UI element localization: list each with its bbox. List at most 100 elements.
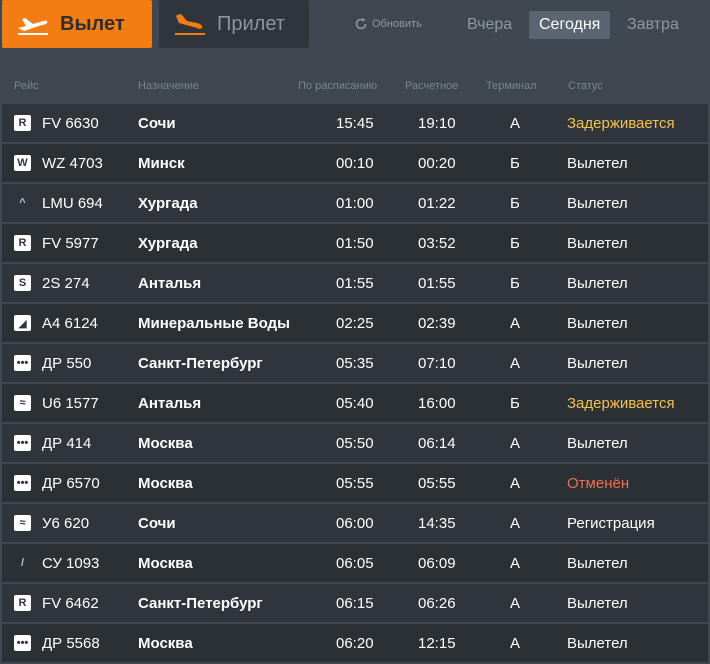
terminal: А [510, 475, 521, 492]
destination: Санкт-Петербург [138, 355, 263, 372]
flight-number: U6 1577 [42, 395, 99, 412]
tab-departures-label: Вылет [60, 12, 125, 35]
col-terminal: Терминал [486, 80, 537, 92]
scheduled-time: 15:45 [336, 115, 374, 132]
destination: Москва [138, 435, 193, 452]
destination: Анталья [138, 395, 202, 412]
day-today[interactable]: Сегодня [529, 11, 611, 39]
plane-takeoff-icon [18, 18, 48, 35]
terminal: А [510, 315, 521, 332]
estimated-time: 01:55 [418, 275, 456, 292]
destination: Москва [138, 475, 193, 492]
estimated-time: 14:35 [418, 515, 456, 532]
destination: Хургада [138, 235, 198, 252]
airline-logo-icon: R [14, 115, 31, 131]
status-badge: Задерживается [567, 115, 675, 132]
airline-logo-icon: ≈ [14, 395, 31, 411]
destination: Минеральные Воды [138, 315, 290, 332]
terminal: Б [510, 235, 520, 252]
scheduled-time: 05:50 [336, 435, 374, 452]
airline-logo-icon: ••• [14, 355, 31, 371]
refresh-button[interactable]: Обновить [354, 17, 422, 31]
terminal: Б [510, 395, 520, 412]
status-badge: Вылетел [567, 435, 628, 452]
destination: Минск [138, 155, 185, 172]
table-row[interactable]: ••• ДР 6570 Москва 05:55 05:55 А Отменён [2, 464, 708, 502]
table-row[interactable]: ≈ У6 620 Сочи 06:00 14:35 А Регистрация [2, 504, 708, 542]
flight-number: У6 620 [42, 515, 90, 532]
scheduled-time: 06:05 [336, 555, 374, 572]
table-row[interactable]: ••• ДР 550 Санкт-Петербург 05:35 07:10 А Вылет… [2, 344, 708, 382]
estimated-time: 06:09 [418, 555, 456, 572]
flight-number: СУ 1093 [42, 555, 100, 572]
status-badge: Вылетел [567, 315, 628, 332]
estimated-time: 06:14 [418, 435, 456, 452]
scheduled-time: 05:55 [336, 475, 374, 492]
table-row[interactable]: ••• ДР 414 Москва 05:50 06:14 А Вылетел [2, 424, 708, 462]
terminal: Б [510, 275, 520, 292]
estimated-time: 03:52 [418, 235, 456, 252]
terminal: А [510, 595, 521, 612]
flight-number: ДР 6570 [42, 475, 100, 492]
terminal: Б [510, 155, 520, 172]
terminal: А [510, 515, 521, 532]
destination: Москва [138, 555, 193, 572]
terminal: А [510, 355, 521, 372]
flight-number: ДР 414 [42, 435, 92, 452]
table-row[interactable]: S 2S 274 Анталья 01:55 01:55 Б Вылетел [2, 264, 708, 302]
destination: Санкт-Петербург [138, 595, 263, 612]
plane-landing-icon [175, 14, 205, 35]
table-row[interactable]: ^ LMU 694 Хургада 01:00 01:22 Б Вылетел [2, 184, 708, 222]
airline-logo-icon: ••• [14, 475, 31, 491]
estimated-time: 00:20 [418, 155, 456, 172]
scheduled-time: 06:00 [336, 515, 374, 532]
scheduled-time: 05:35 [336, 355, 374, 372]
airline-logo-icon: R [14, 235, 31, 251]
terminal: Б [510, 195, 520, 212]
tab-arrivals[interactable]: Прилет [159, 0, 309, 48]
airline-logo-icon: ••• [14, 435, 31, 451]
terminal: А [510, 115, 521, 132]
status-badge: Вылетел [567, 235, 628, 252]
refresh-label: Обновить [372, 18, 422, 30]
status-badge: Задерживается [567, 395, 675, 412]
tab-arrivals-label: Прилет [217, 12, 285, 35]
flight-number: 2S 274 [42, 275, 90, 292]
scheduled-time: 01:00 [336, 195, 374, 212]
col-flight: Рейс [14, 80, 39, 92]
destination: Хургада [138, 195, 198, 212]
day-yesterday[interactable]: Вчера [457, 11, 522, 39]
airline-logo-icon: S [14, 275, 31, 291]
top-bar: Вылет Прилет Обновить Вчера Сегодня Завт… [0, 0, 710, 56]
flight-number: FV 6630 [42, 115, 99, 132]
table-row[interactable]: R FV 6462 Санкт-Петербург 06:15 06:26 А Вылете… [2, 584, 708, 622]
table-row[interactable]: ◢ A4 6124 Минеральные Воды 02:25 02:39 А Вылет… [2, 304, 708, 342]
table-row[interactable]: / СУ 1093 Москва 06:05 06:09 А Вылетел [2, 544, 708, 582]
table-row[interactable]: ≈ U6 1577 Анталья 05:40 16:00 Б Задерживается [2, 384, 708, 422]
status-badge: Вылетел [567, 155, 628, 172]
tab-departures[interactable]: Вылет [2, 0, 152, 48]
airline-logo-icon: ◢ [14, 315, 31, 331]
table-row[interactable]: R FV 6630 Сочи 15:45 19:10 А Задерживается [2, 104, 708, 142]
destination: Сочи [138, 515, 176, 532]
col-scheduled: По расписанию [298, 80, 378, 92]
airline-logo-icon: W [14, 155, 31, 171]
estimated-time: 16:00 [418, 395, 456, 412]
airline-logo-icon: ^ [19, 197, 26, 209]
status-badge: Вылетел [567, 595, 628, 612]
status-badge: Отменён [567, 475, 630, 492]
refresh-icon [355, 18, 367, 30]
status-badge: Вылетел [567, 195, 628, 212]
flight-number: WZ 4703 [42, 155, 103, 172]
table-row[interactable]: W WZ 4703 Минск 00:10 00:20 Б Вылетел [2, 144, 708, 182]
estimated-time: 07:10 [418, 355, 456, 372]
flight-number: LMU 694 [42, 195, 103, 212]
table-row[interactable]: R FV 5977 Хургада 01:50 03:52 Б Вылетел [2, 224, 708, 262]
estimated-time: 19:10 [418, 115, 456, 132]
airline-logo-icon: ≈ [14, 515, 31, 531]
day-tomorrow[interactable]: Завтра [617, 11, 689, 39]
table-row[interactable]: ••• ДР 5568 Москва 06:20 12:15 А Вылетел [2, 624, 708, 662]
estimated-time: 02:39 [418, 315, 456, 332]
destination: Сочи [138, 115, 176, 132]
scheduled-time: 01:50 [336, 235, 374, 252]
